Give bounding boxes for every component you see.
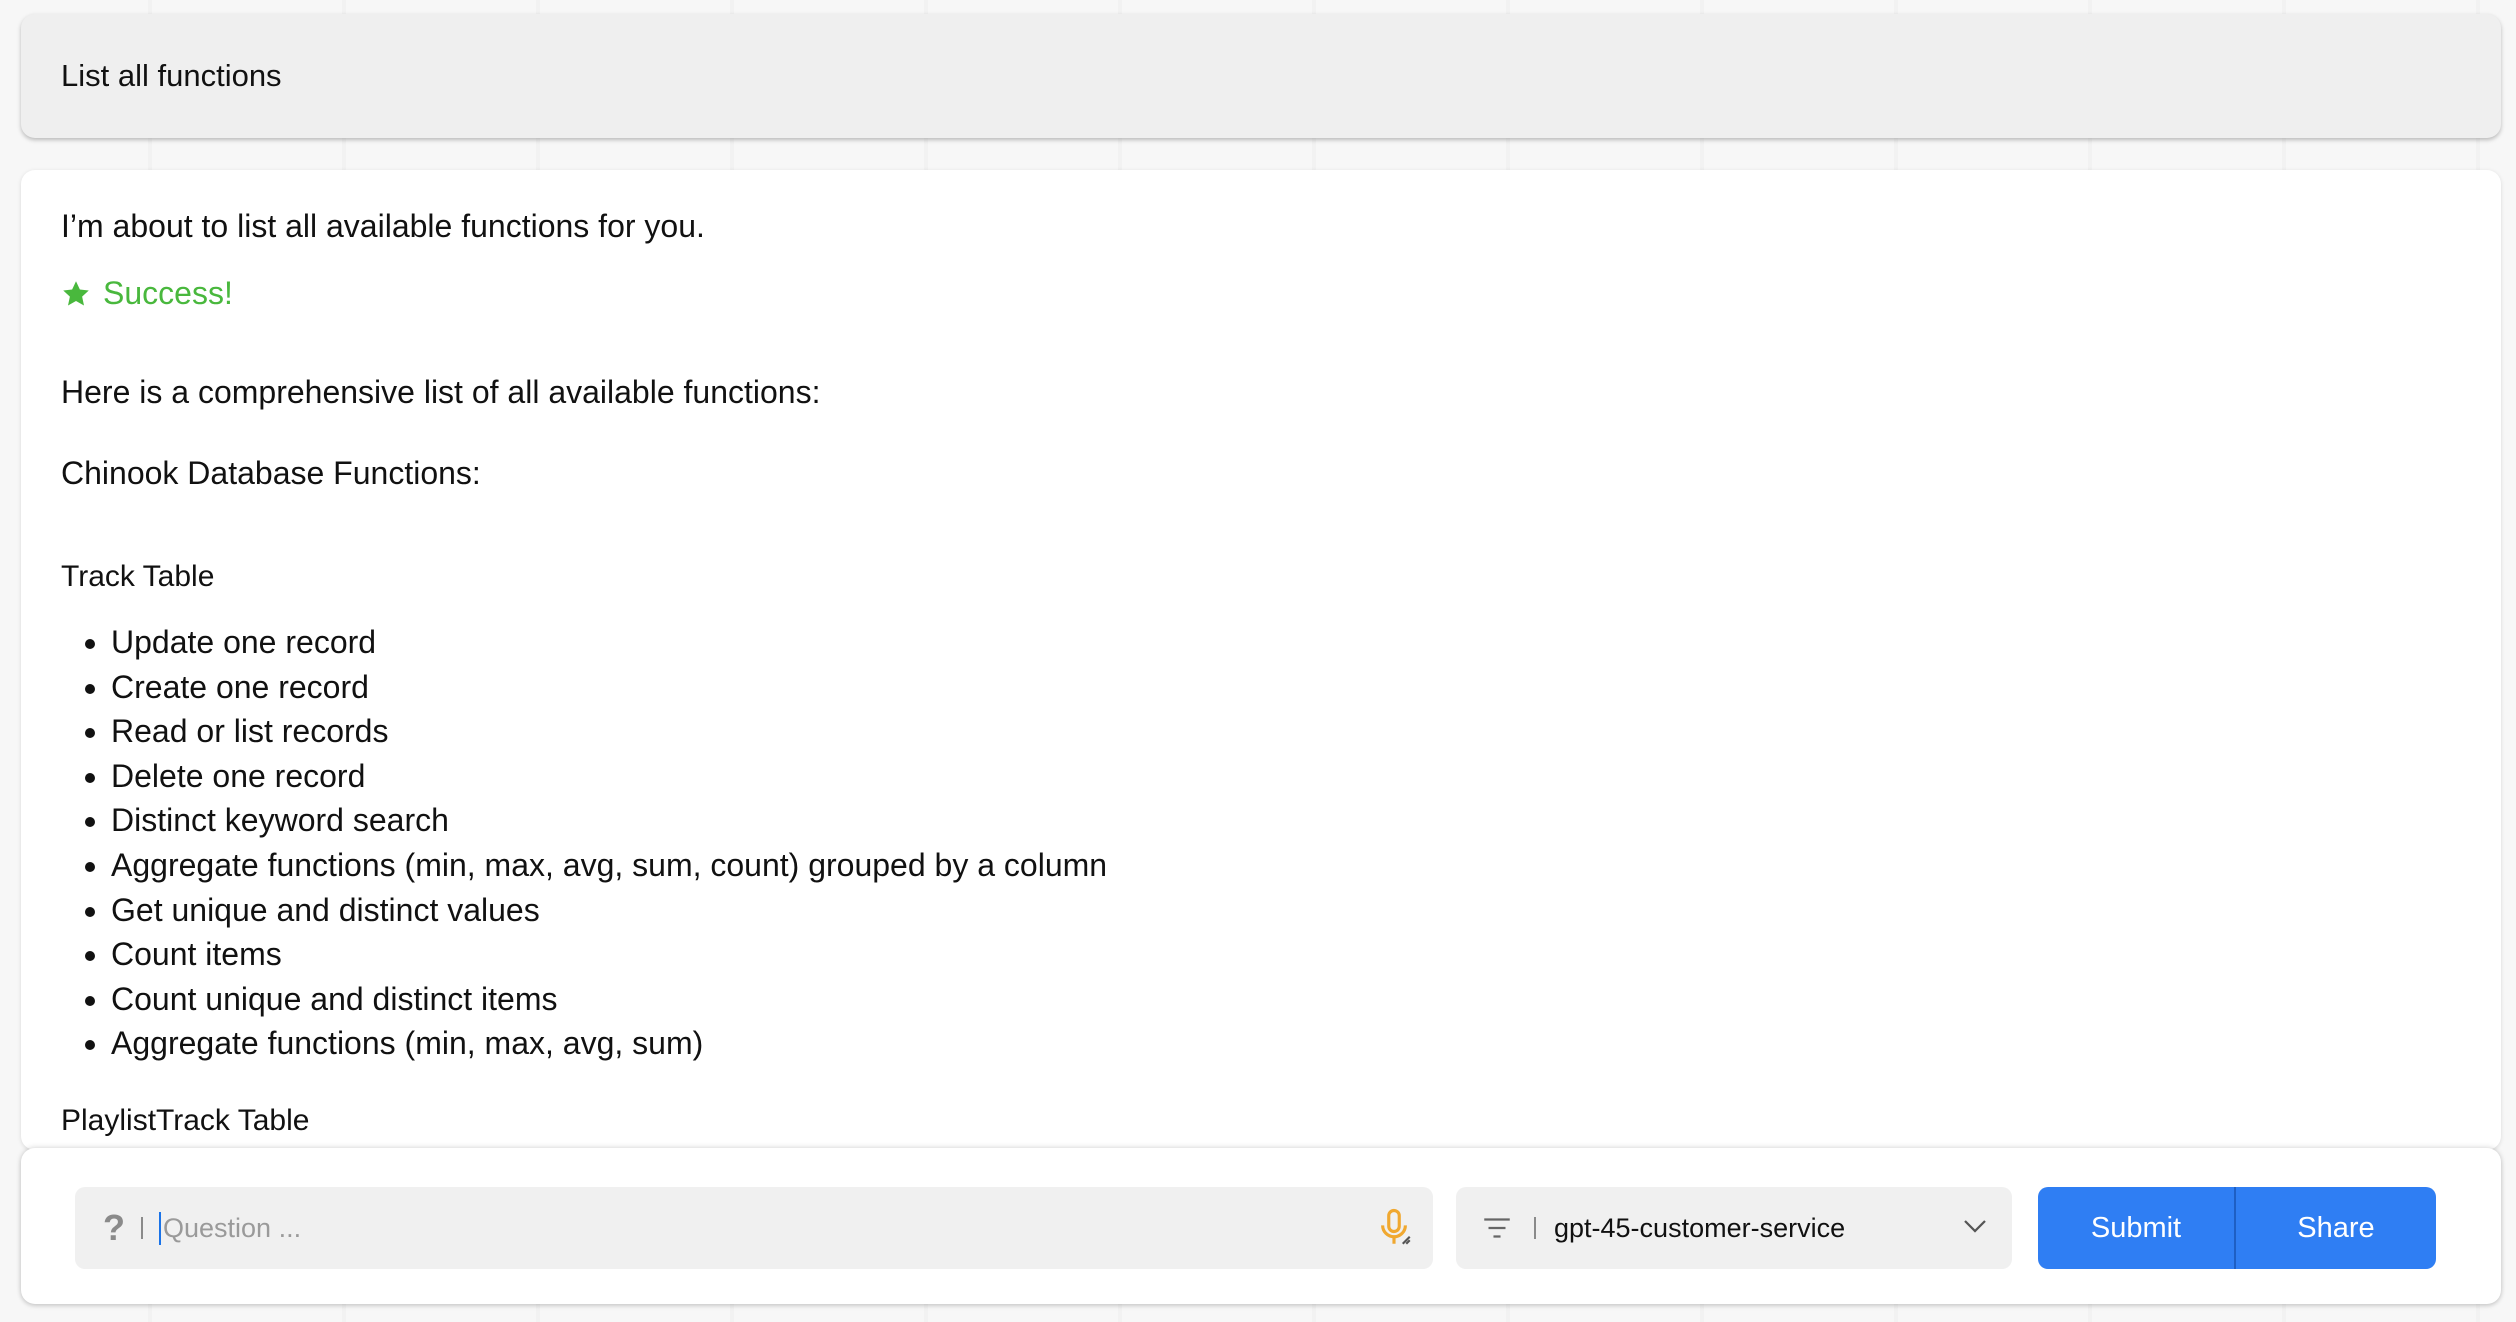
list-item: Aggregate functions (min, max, avg, sum) (111, 1021, 2461, 1066)
success-status: Success! (61, 275, 2461, 312)
assistant-answer-card: I’m about to list all available function… (21, 170, 2501, 1150)
list-item: Delete one record (111, 754, 2461, 799)
question-mark-icon: ? (103, 1207, 125, 1248)
user-message-bubble: List all functions (21, 14, 2501, 138)
section-title-playlisttrack: PlaylistTrack Table (61, 1103, 310, 1137)
answer-summary: Here is a comprehensive list of all avai… (61, 374, 821, 410)
model-select[interactable]: gpt-45-customer-service (1456, 1187, 2012, 1269)
question-box[interactable]: ? (75, 1187, 1433, 1269)
chevron-down-icon[interactable] (1960, 1211, 1990, 1241)
function-list-track: Update one record Create one record Read… (61, 620, 2461, 1066)
list-item: Aggregate functions (min, max, avg, sum,… (111, 843, 2461, 888)
list-item: Count items (111, 932, 2461, 977)
list-item: Distinct keyword search (111, 798, 2461, 843)
list-item: Read or list records (111, 709, 2461, 754)
user-message-text: List all functions (61, 58, 282, 93)
list-item: Get unique and distinct values (111, 888, 2461, 933)
success-text: Success! (103, 275, 233, 311)
list-item: Count unique and distinct items (111, 977, 2461, 1022)
model-select-value: gpt-45-customer-service (1554, 1212, 1846, 1243)
section-title-track: Track Table (61, 560, 215, 593)
star-icon (63, 280, 89, 305)
share-button[interactable]: Share (2236, 1187, 2436, 1269)
divider (1534, 1217, 1536, 1239)
submit-button[interactable]: Submit (2038, 1187, 2236, 1269)
list-item: Create one record (111, 665, 2461, 710)
filter-icon (1484, 1218, 1510, 1238)
microphone-icon[interactable] (1373, 1207, 1415, 1249)
database-heading: Chinook Database Functions: (61, 455, 481, 491)
input-bar: ? gpt-45-customer-service Submit Share (21, 1148, 2501, 1304)
action-button-group: Submit Share (2038, 1187, 2436, 1269)
list-item: Update one record (111, 620, 2461, 665)
question-input[interactable] (159, 1211, 1265, 1245)
answer-intro: I’m about to list all available function… (61, 208, 705, 244)
divider (141, 1217, 143, 1239)
